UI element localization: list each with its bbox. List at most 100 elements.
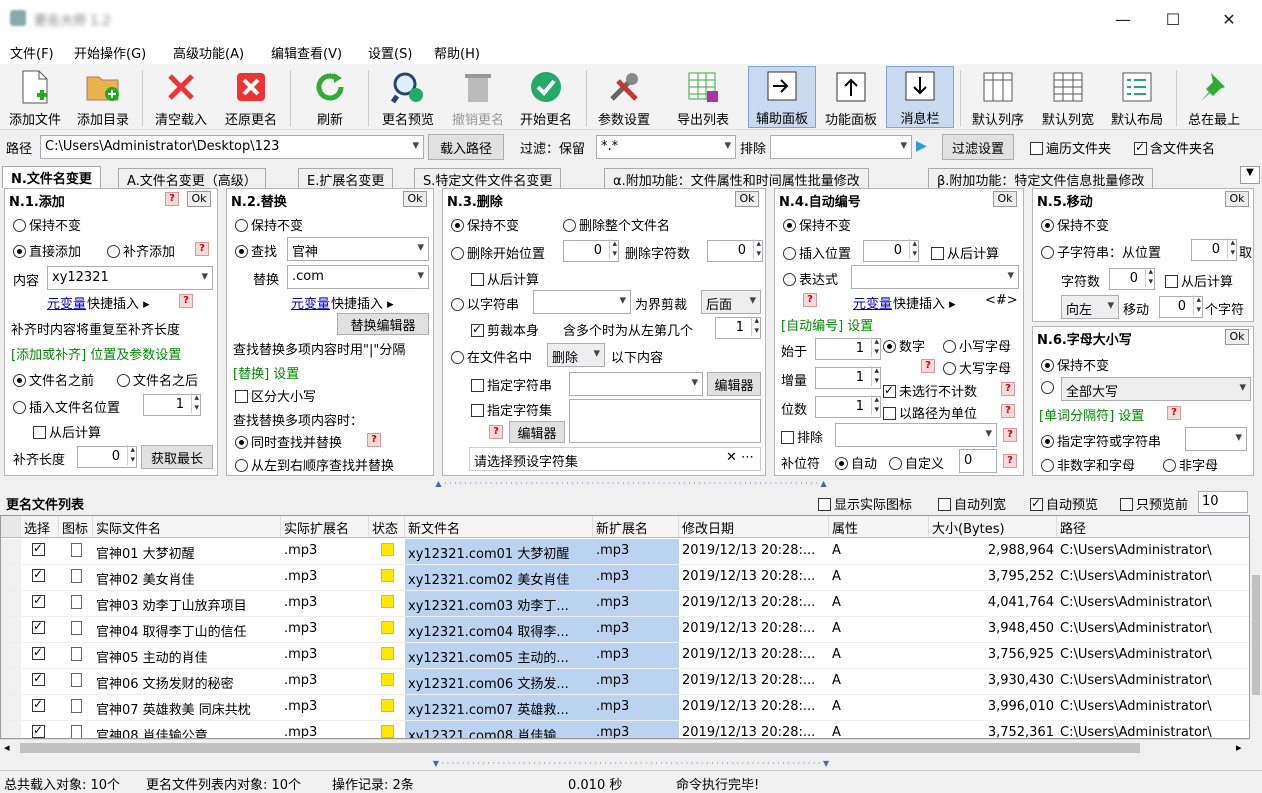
menu-file[interactable]: 文件(F) xyxy=(10,43,54,62)
spec-set-textarea[interactable] xyxy=(569,399,761,443)
delete-start-radio[interactable]: 删除开始位置 xyxy=(451,243,545,262)
help-icon[interactable]: ? xyxy=(1001,382,1015,396)
lowercase-radio[interactable]: 小写字母 xyxy=(943,336,1011,355)
quick-insert-menu[interactable]: 快捷插入 ▸ xyxy=(331,293,394,312)
uppercase-radio[interactable]: 大写字母 xyxy=(943,358,1011,377)
minimize-button[interactable]: — xyxy=(1100,0,1146,38)
load-path-button[interactable]: 载入路径 xyxy=(428,134,504,160)
add-file-button[interactable]: 添加文件 xyxy=(2,66,68,128)
non-alnum-radio[interactable]: 非数字和字母 xyxy=(1041,455,1135,474)
clear-loaded-button[interactable]: 清空载入 xyxy=(148,66,214,128)
spec-set-checkbox[interactable]: 指定字符集 xyxy=(471,400,552,419)
by-path-checkbox[interactable]: 以路径为单位 xyxy=(883,403,977,422)
rename-preview-button[interactable]: 更名预览 xyxy=(374,66,442,128)
table-row[interactable]: 官神05 主动的肖佳.mp3xy12321.com05 主动的....mp320… xyxy=(1,643,1249,669)
from-end-checkbox[interactable]: 从后计算 xyxy=(471,269,539,288)
add-folder-button[interactable]: 添加目录 xyxy=(70,66,136,128)
quick-insert-menu[interactable]: 快捷插入 ▸ xyxy=(893,293,956,312)
get-max-button[interactable]: 获取最长 xyxy=(141,445,213,469)
include-folder-checkbox[interactable]: 含文件夹名 xyxy=(1134,138,1215,157)
insert-position-radio[interactable]: 插入文件名位置 xyxy=(13,397,120,416)
panel-splitter[interactable]: ▲ · · · · · · · · · · · · · · · · · · · … xyxy=(0,480,1262,488)
restore-rename-button[interactable]: 还原更名 xyxy=(218,66,284,128)
substring-radio[interactable]: 子字符串：从位置 xyxy=(1041,242,1161,261)
find-radio[interactable]: 查找 xyxy=(235,241,277,260)
editor-button-2[interactable]: 编辑器 xyxy=(509,421,565,443)
cut-self-checkbox[interactable]: 剪裁本身 xyxy=(471,320,539,339)
expression-input[interactable] xyxy=(851,265,1019,289)
row-select-checkbox[interactable] xyxy=(21,695,59,721)
case-sensitive-checkbox[interactable]: 区分大小写 xyxy=(235,386,316,405)
auto-width-checkbox[interactable]: 自动列宽 xyxy=(938,494,1006,513)
table-row[interactable]: 官神07 英雄救美 同床共枕.mp3xy12321.com07 英雄救....m… xyxy=(1,695,1249,721)
editor-button-1[interactable]: 编辑器 xyxy=(707,372,761,396)
menu-help[interactable]: 帮助(H) xyxy=(434,43,480,62)
filter-keep-input[interactable]: *.* xyxy=(596,135,736,159)
panel-replace-ok-button[interactable]: Ok xyxy=(403,191,427,207)
show-icon-checkbox[interactable]: 显示实际图标 xyxy=(818,494,912,513)
in-name-op-select[interactable]: 删除 xyxy=(547,343,605,367)
col-path[interactable]: 路径 xyxy=(1057,516,1249,538)
help-icon[interactable]: ? xyxy=(1167,406,1181,420)
filter-settings-button[interactable]: 过滤设置 xyxy=(942,134,1014,160)
non-letter-radio[interactable]: 非字母 xyxy=(1163,455,1218,474)
table-row[interactable]: 官神08 肖佳输公章.mp3xy12321.com08 肖佳输....mp320… xyxy=(1,721,1249,738)
table-row[interactable]: 官神02 美女肖佳.mp3xy12321.com02 美女肖佳.mp32019/… xyxy=(1,565,1249,591)
quick-insert-menu[interactable]: 快捷插入 ▸ xyxy=(87,293,150,312)
help-icon[interactable]: ? xyxy=(803,293,817,307)
custom-pad-input[interactable]: 0 xyxy=(959,449,997,473)
add-direct-radio[interactable]: 直接添加 xyxy=(13,241,81,260)
menu-edit-view[interactable]: 编辑查看(V) xyxy=(271,43,342,62)
spec-separator-radio[interactable]: 指定字符或字符串 xyxy=(1041,431,1161,450)
help-icon[interactable]: ? xyxy=(179,294,193,308)
simultaneous-radio[interactable]: 同时查找并替换 xyxy=(235,432,342,451)
number-keep-radio[interactable]: 保持不变 xyxy=(783,215,851,234)
meta-variable-link[interactable]: 元变量 xyxy=(291,293,330,312)
row-select-checkbox[interactable] xyxy=(21,669,59,695)
move-count-spinner[interactable]: 0 xyxy=(1159,295,1203,318)
by-string-radio[interactable]: 以字符串 xyxy=(451,294,519,313)
help-icon[interactable]: ? xyxy=(1003,454,1017,468)
start-spinner[interactable]: 1 xyxy=(815,337,881,360)
row-select-checkbox[interactable] xyxy=(21,617,59,643)
unselected-not-count-checkbox[interactable]: 未选行不计数 xyxy=(883,381,977,400)
step-spinner[interactable]: 1 xyxy=(815,366,881,389)
insert-position-spinner[interactable]: 1 xyxy=(143,393,201,416)
row-select-checkbox[interactable] xyxy=(21,539,59,565)
menu-settings[interactable]: 设置(S) xyxy=(368,43,412,62)
tab-attr-time[interactable]: α.附加功能：文件属性和时间属性批量修改 xyxy=(604,168,869,189)
menu-advanced[interactable]: 高级功能(A) xyxy=(173,43,244,62)
pad-auto-radio[interactable]: 自动 xyxy=(835,453,877,472)
panel-add-ok-button[interactable]: Ok xyxy=(187,191,211,207)
digit-radio[interactable]: 数字 xyxy=(883,336,925,355)
path-input[interactable]: C:\Users\Administrator\Desktop\123 xyxy=(40,135,424,159)
sequential-radio[interactable]: 从左到右顺序查找并替换 xyxy=(235,455,394,474)
multi-index-spinner[interactable]: 1 xyxy=(715,316,761,339)
help-icon[interactable]: ? xyxy=(1001,404,1015,418)
row-select-checkbox[interactable] xyxy=(21,721,59,738)
from-end-checkbox[interactable]: 从后计算 xyxy=(931,243,999,262)
vertical-scrollbar[interactable] xyxy=(1250,515,1262,739)
content-input[interactable]: xy12321 xyxy=(47,266,213,290)
replace-editor-button[interactable]: 替换编辑器 xyxy=(337,313,429,335)
cut-position-select[interactable]: 后面 xyxy=(701,290,761,314)
replace-input[interactable]: .com xyxy=(287,265,429,289)
help-icon[interactable]: ? xyxy=(367,433,381,447)
case-keep-radio[interactable]: 保持不变 xyxy=(1041,355,1109,374)
refresh-button[interactable]: 刷新 xyxy=(300,66,360,128)
tab-ext-change[interactable]: E.扩展名变更 xyxy=(298,168,394,189)
clear-icon[interactable]: ✕ ⋯ xyxy=(726,450,754,465)
always-on-top-button[interactable]: 总在最上 xyxy=(1180,66,1248,128)
separator-input[interactable] xyxy=(1185,427,1247,451)
param-settings-button[interactable]: 参数设置 xyxy=(592,66,656,128)
auto-preview-checkbox[interactable]: 自动预览 xyxy=(1030,494,1098,513)
tab-name-change[interactable]: N.文件名变更 xyxy=(2,166,101,188)
from-end-checkbox[interactable]: 从后计算 xyxy=(1165,271,1233,290)
before-name-radio[interactable]: 文件名之前 xyxy=(13,370,94,389)
spec-string-checkbox[interactable]: 指定字符串 xyxy=(471,375,552,394)
table-row[interactable]: 官神04 取得李丁山的信任.mp3xy12321.com04 取得李....mp… xyxy=(1,617,1249,643)
pad-length-spinner[interactable]: 0 xyxy=(77,445,137,468)
preset-charset-select[interactable]: 请选择预设字符集 ✕ ⋯ xyxy=(469,447,761,471)
pad-custom-radio[interactable]: 自定义 xyxy=(889,453,944,472)
move-direction-select[interactable]: 向左 xyxy=(1061,295,1119,319)
